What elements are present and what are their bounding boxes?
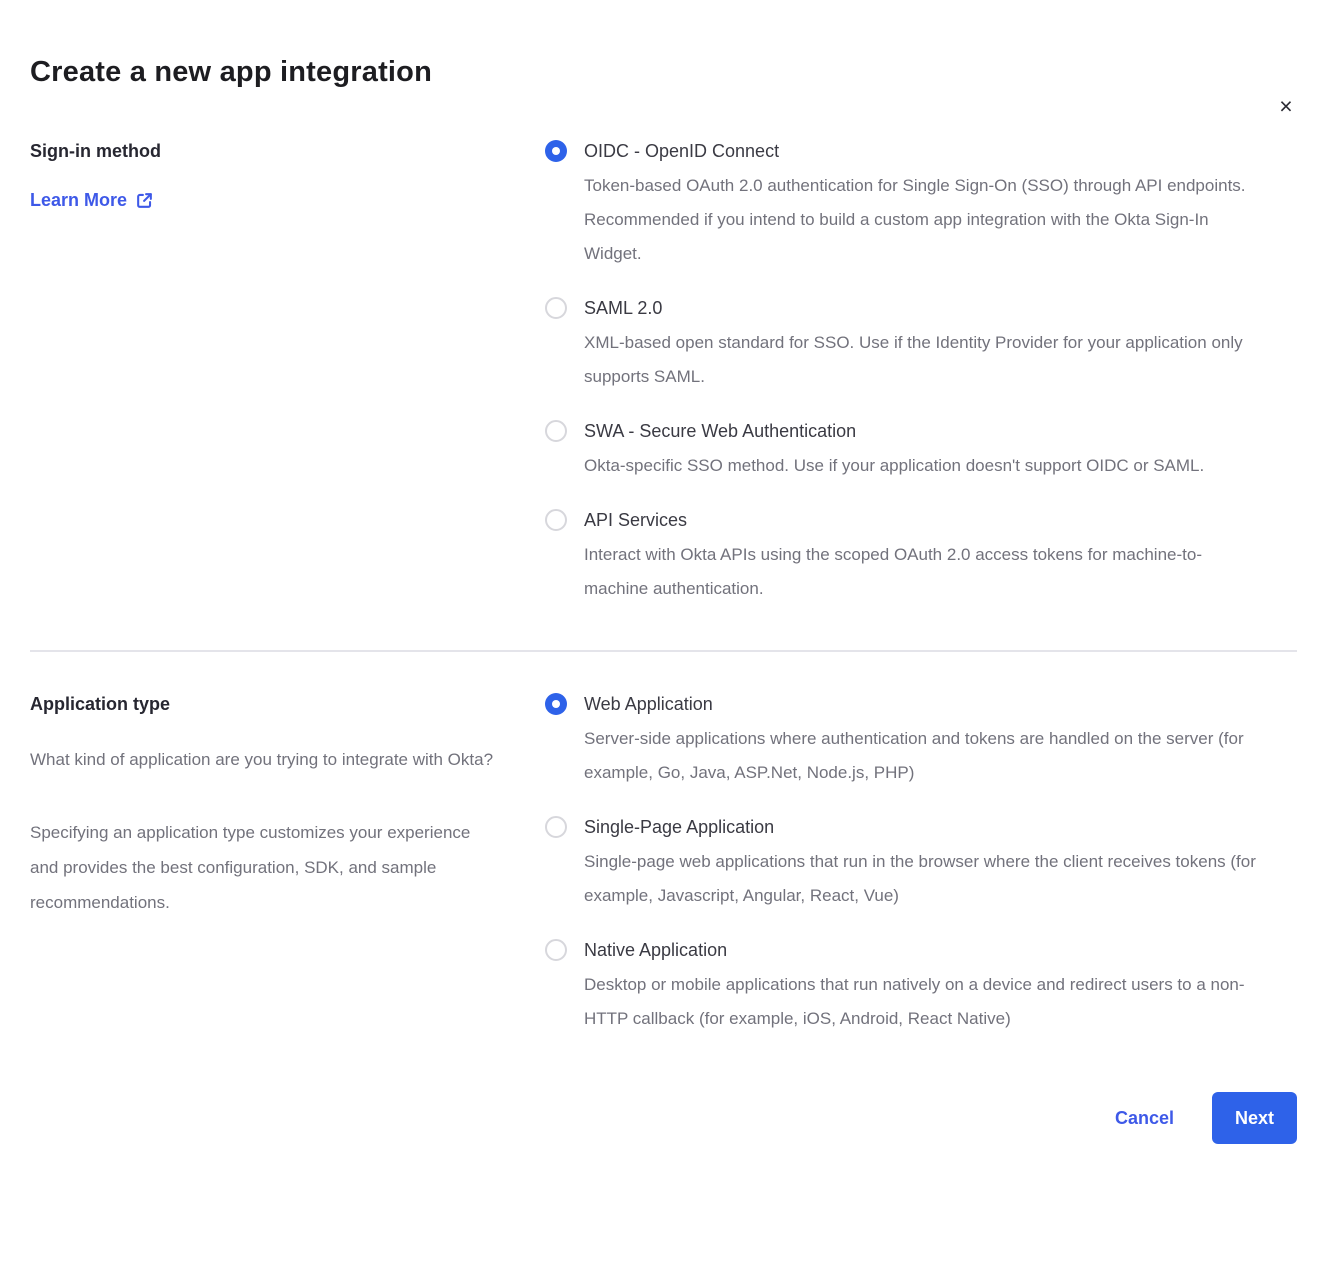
radio-option-web-application[interactable]: Web Application Server-side applications… (545, 692, 1260, 790)
close-icon[interactable]: × (1272, 92, 1300, 120)
page-title: Create a new app integration (30, 56, 1297, 89)
option-description: Token-based OAuth 2.0 authentication for… (584, 169, 1260, 271)
radio-icon[interactable] (545, 816, 567, 838)
radio-option-native-application[interactable]: Native Application Desktop or mobile app… (545, 938, 1260, 1036)
radio-option-oidc[interactable]: OIDC - OpenID Connect Token-based OAuth … (545, 139, 1260, 271)
signin-method-label: Sign-in method (30, 139, 545, 163)
cancel-button[interactable]: Cancel (1115, 1108, 1174, 1129)
option-description: Interact with Okta APIs using the scoped… (584, 538, 1260, 606)
option-label: Web Application (584, 692, 1260, 717)
radio-option-swa[interactable]: SWA - Secure Web Authentication Okta-spe… (545, 419, 1260, 483)
learn-more-label: Learn More (30, 190, 127, 211)
application-type-section: Application type What kind of applicatio… (30, 692, 1297, 1036)
radio-icon[interactable] (545, 509, 567, 531)
radio-option-saml[interactable]: SAML 2.0 XML-based open standard for SSO… (545, 296, 1260, 394)
option-description: Okta-specific SSO method. Use if your ap… (584, 449, 1260, 483)
option-label: SAML 2.0 (584, 296, 1260, 321)
signin-method-section: Sign-in method Learn More OIDC - OpenID … (30, 139, 1297, 606)
option-label: Single-Page Application (584, 815, 1260, 840)
option-label: OIDC - OpenID Connect (584, 139, 1260, 164)
option-description: XML-based open standard for SSO. Use if … (584, 326, 1260, 394)
radio-icon[interactable] (545, 693, 567, 715)
option-label: SWA - Secure Web Authentication (584, 419, 1260, 444)
application-type-question: What kind of application are you trying … (30, 742, 510, 777)
radio-option-api-services[interactable]: API Services Interact with Okta APIs usi… (545, 508, 1260, 606)
option-description: Server-side applications where authentic… (584, 722, 1260, 790)
next-button[interactable]: Next (1212, 1092, 1297, 1144)
application-type-label: Application type (30, 692, 545, 716)
section-divider (30, 650, 1297, 652)
option-label: API Services (584, 508, 1260, 533)
option-description: Single-page web applications that run in… (584, 845, 1260, 913)
application-type-explanation: Specifying an application type customize… (30, 815, 490, 920)
option-description: Desktop or mobile applications that run … (584, 968, 1260, 1036)
dialog-footer: Cancel Next (30, 1092, 1297, 1144)
radio-icon[interactable] (545, 140, 567, 162)
learn-more-link[interactable]: Learn More (30, 190, 154, 211)
radio-icon[interactable] (545, 297, 567, 319)
option-label: Native Application (584, 938, 1260, 963)
radio-option-single-page-application[interactable]: Single-Page Application Single-page web … (545, 815, 1260, 913)
external-link-icon (135, 191, 154, 210)
radio-icon[interactable] (545, 420, 567, 442)
radio-icon[interactable] (545, 939, 567, 961)
create-app-integration-dialog: Create a new app integration Sign-in met… (0, 56, 1332, 1144)
